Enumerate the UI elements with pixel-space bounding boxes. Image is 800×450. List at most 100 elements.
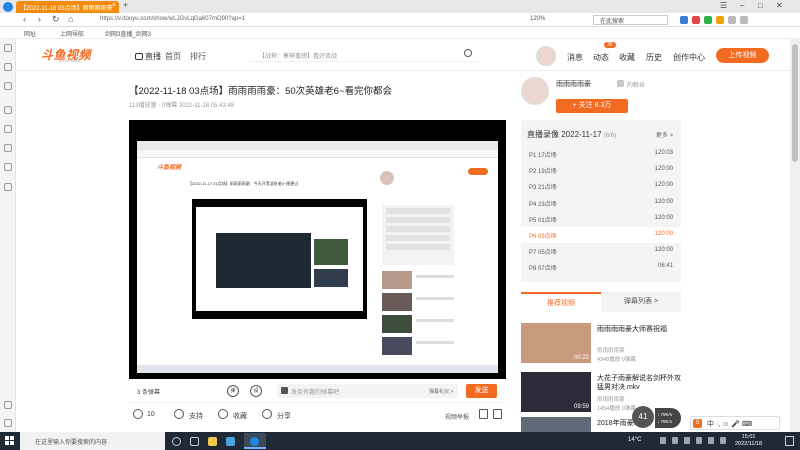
minimize-icon[interactable]: –	[740, 1, 744, 10]
extension-icon[interactable]	[728, 16, 736, 24]
nav-live[interactable]: 直播	[135, 51, 161, 62]
playlist-item[interactable]: P2 19点场 120:00	[521, 162, 681, 178]
recommend-item[interactable]: 00:22 雨雨雨雨豪大师赛祝福 雨雨雨雨豪 4348播放 0弹幕	[521, 323, 681, 363]
star-icon[interactable]	[218, 409, 228, 419]
danmaku-etiquette-link[interactable]: 弹幕礼仪 >	[429, 388, 453, 395]
share-label[interactable]: 分享	[277, 411, 291, 421]
header-dynamics[interactable]: 动态	[593, 52, 609, 63]
windows-start-icon[interactable]	[5, 436, 15, 446]
tab-recommend[interactable]: 推荐视频	[521, 292, 601, 312]
search-icon[interactable]	[464, 49, 472, 57]
bookmark-item[interactable]: 网址	[24, 29, 36, 38]
playlist-item[interactable]: P1 17点场 120:03	[521, 146, 681, 162]
zoom-level[interactable]: 120%	[530, 16, 545, 22]
header-history[interactable]: 历史	[646, 52, 662, 63]
home-icon[interactable]: ⌂	[68, 14, 73, 24]
file-explorer-icon[interactable]	[208, 437, 217, 446]
tray-icon[interactable]	[660, 437, 666, 444]
playlist-item[interactable]: P7 05点场 120:00	[521, 243, 681, 259]
danmaku-settings-icon[interactable]: 设	[250, 385, 262, 397]
volume-icon[interactable]	[696, 437, 702, 444]
task-view-icon[interactable]	[190, 437, 199, 446]
tab-close-icon[interactable]: ×	[112, 2, 116, 9]
extension-icon[interactable]	[740, 16, 748, 24]
playlist-item[interactable]: P8 07点场 06:41	[521, 259, 681, 275]
follow-button[interactable]: + 关注 8.3万	[556, 99, 628, 113]
more-icon[interactable]	[493, 409, 502, 419]
back-icon[interactable]: ‹	[23, 14, 26, 24]
bookmark-item[interactable]: 上网导航	[60, 29, 84, 38]
sidebar-settings-icon[interactable]	[4, 419, 12, 427]
close-window-icon[interactable]: ✕	[776, 1, 783, 10]
notification-icon[interactable]	[785, 436, 794, 446]
support-label[interactable]: 支持	[189, 411, 203, 421]
extension-icon[interactable]	[692, 16, 700, 24]
scrollbar-thumb[interactable]	[792, 44, 798, 162]
favorite-label[interactable]: 收藏	[233, 411, 247, 421]
nav-rank[interactable]: 排行	[190, 51, 206, 62]
danmaku-send-button[interactable]: 发送	[466, 384, 497, 398]
page-scrollbar[interactable]	[790, 39, 800, 432]
danmaku-toggle-icon[interactable]: 弹	[227, 385, 239, 397]
mobile-icon[interactable]	[479, 409, 488, 419]
recommend-item[interactable]: 09:59 大花子雨豪解说名剑杯外攻猛男对决.mkv 雨雨雨雨豪 1454播放 …	[521, 372, 681, 412]
video-player[interactable]: 斗鱼视频 【2022-11-17 21点场】雨雨雨雨豪：今天开黑混吃老6~随便过	[129, 120, 506, 379]
tools-icon[interactable]	[4, 183, 12, 191]
header-creator[interactable]: 创作中心	[673, 52, 705, 63]
uploader-fans-label[interactable]: 的粉丝	[627, 80, 645, 89]
uploader-avatar[interactable]	[521, 77, 549, 105]
new-tab-button[interactable]: +	[123, 0, 128, 10]
network-icon[interactable]	[684, 437, 690, 444]
ime-mode[interactable]: 中 ·, ☺ 🎤 ⌨	[707, 419, 752, 429]
playlist-more-link[interactable]: 更多 >	[656, 130, 673, 139]
playlist-item[interactable]: P4 23点场 120:00	[521, 195, 681, 211]
like-icon[interactable]	[133, 409, 143, 419]
battery-icon[interactable]	[720, 437, 726, 444]
browser-tab[interactable]: 【2022-11-18 03点场】雨雨雨雨豪 ×	[16, 1, 119, 13]
ime-toolbar[interactable]: S 中 ·, ☺ 🎤 ⌨	[690, 416, 780, 430]
bookmark-item[interactable]: 剑网3直播_剑网3	[105, 29, 151, 38]
playlist-item[interactable]: P6 03点场 120:00	[521, 226, 681, 244]
favorites-icon[interactable]	[4, 44, 12, 52]
playlist-item[interactable]: P3 21点场 120:00	[521, 178, 681, 194]
cart-icon[interactable]	[4, 82, 12, 90]
history-icon[interactable]	[4, 144, 12, 152]
site-logo[interactable]: 斗鱼视频 DOUYU VIDEO	[41, 46, 127, 64]
recommend-title[interactable]: 大花子雨豪解说名剑杯外攻猛男对决.mkv	[597, 374, 681, 392]
report-link[interactable]: 视频举报	[445, 412, 469, 421]
nav-home[interactable]: 首页	[165, 51, 181, 62]
tray-icon[interactable]	[672, 437, 678, 444]
menu-icon[interactable]: ☰	[720, 1, 727, 10]
danmaku-style-icon[interactable]	[281, 387, 288, 394]
weather-temp[interactable]: 14°C	[628, 437, 641, 443]
tab-danmaku-list[interactable]: 弹幕列表 >	[601, 292, 681, 312]
taskbar-search[interactable]: 在这里输入你要搜索的内容	[20, 432, 165, 450]
share-icon[interactable]	[262, 409, 272, 419]
support-icon[interactable]	[174, 409, 184, 419]
mail-icon[interactable]	[4, 106, 12, 114]
maximize-icon[interactable]: □	[758, 1, 763, 10]
extension-icon[interactable]	[716, 16, 724, 24]
notes-icon[interactable]	[4, 125, 12, 133]
header-messages[interactable]: 消息	[567, 52, 583, 63]
refresh-icon[interactable]: ↻	[52, 14, 60, 25]
uploader-name[interactable]: 雨雨雨雨豪	[556, 79, 591, 89]
downloads-icon[interactable]	[4, 163, 12, 171]
ime-tray-icon[interactable]	[708, 437, 714, 444]
url-field[interactable]: https://v.douyu.com/show/wLJGvLqGa607mO9…	[100, 16, 245, 22]
upload-video-button[interactable]: 上传视频	[716, 48, 769, 63]
forward-icon[interactable]: ›	[38, 14, 41, 24]
site-search-input[interactable]: 【战神：寒神重磅】看好双战	[249, 48, 478, 62]
clock[interactable]: 15:01 2022/11/18	[735, 434, 762, 448]
edge-icon[interactable]	[226, 437, 235, 446]
user-avatar[interactable]	[536, 46, 556, 66]
extension-icon[interactable]	[680, 16, 688, 24]
recommend-thumbnail[interactable]	[521, 417, 591, 432]
chat-icon[interactable]	[4, 63, 12, 71]
extension-icon[interactable]	[704, 16, 712, 24]
playlist-item[interactable]: P5 01点场 120:00	[521, 211, 681, 227]
recommend-thumbnail[interactable]: 00:22	[521, 323, 591, 363]
browser-search-input[interactable]: 在此搜索	[593, 15, 668, 25]
speed-widget[interactable]: 41	[632, 406, 654, 428]
cortana-icon[interactable]	[172, 437, 181, 446]
